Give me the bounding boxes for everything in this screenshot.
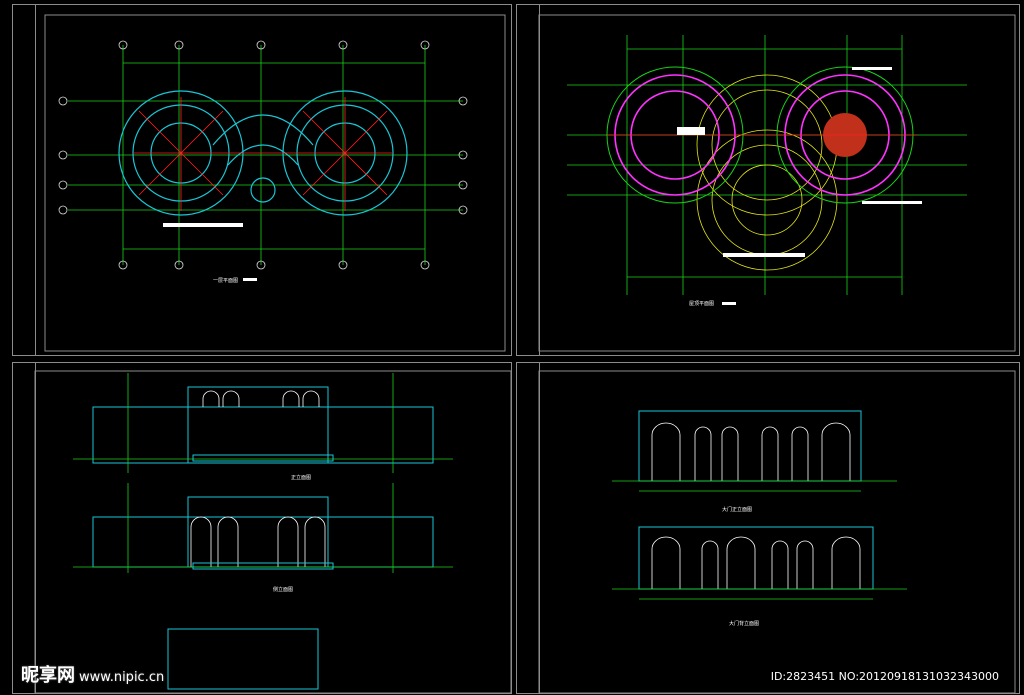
sheet-gate-elevations: 大门正立面图 大门背立面图 ID:2823451 NO:201209181310… <box>516 362 1020 694</box>
gate-back-caption: 大门背立面图 <box>729 620 759 627</box>
roof-plan-drawing: 屋顶平面图 <box>538 14 1016 352</box>
floor-plan-drawing: 一层平面图 <box>44 14 506 352</box>
side-elevation-caption: 侧立面图 <box>273 586 293 593</box>
front-elevation-caption: 正立面图 <box>291 474 311 481</box>
sheet-floor-plan: 一层平面图 <box>12 4 512 356</box>
sheet-roof-plan: 屋顶平面图 <box>516 4 1020 356</box>
sheet-elevations: 正立面图 侧立面图 昵享网 www.nipic.cn <box>12 362 512 694</box>
image-id-label: ID:2823451 NO:20120918131032343000 <box>770 670 999 683</box>
roof-plan-caption: 屋顶平面图 <box>689 301 714 307</box>
gate-front-caption: 大门正立面图 <box>722 506 752 513</box>
watermark-logo: 昵享网 www.nipic.cn <box>21 665 165 686</box>
elevations-drawing: 正立面图 侧立面图 <box>34 370 512 694</box>
gate-elevations-drawing: 大门正立面图 大门背立面图 <box>538 370 1016 694</box>
floor-plan-caption: 一层平面图 <box>213 278 238 284</box>
